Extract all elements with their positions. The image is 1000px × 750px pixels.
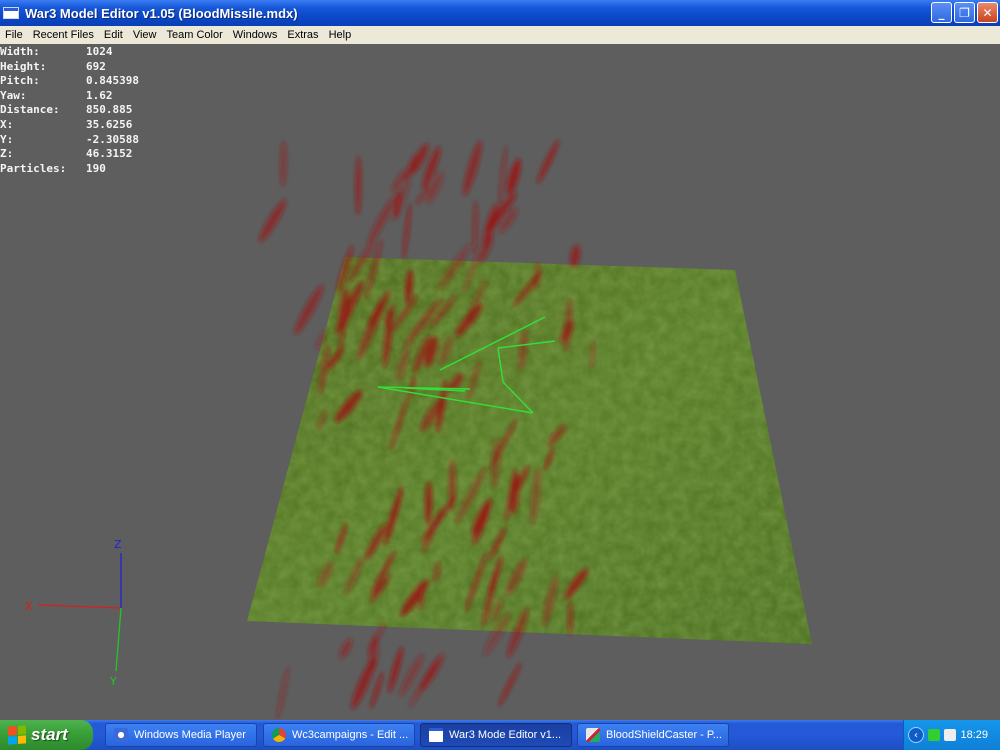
clock: 18:29 [960, 729, 988, 741]
menu-help[interactable]: Help [324, 29, 357, 41]
menu-file[interactable]: File [0, 29, 28, 41]
stat-width: Width: 1024 [0, 45, 113, 58]
blood-particle [394, 189, 401, 218]
minimize-button[interactable]: _ [931, 2, 952, 23]
stat-z: Z: 46.3152 [0, 147, 133, 161]
browser-icon [272, 728, 286, 742]
start-label: start [31, 725, 68, 744]
view-stats-overlay: Width: 1024 Height: 692 Pitch: 0.845398 Yaw… [0, 45, 139, 176]
blood-particle [498, 662, 522, 707]
y-axis-label: Y [110, 675, 117, 688]
windows-logo-icon [8, 725, 26, 745]
blood-particle [280, 140, 287, 188]
blood-particle [506, 158, 521, 196]
volume-icon[interactable] [944, 729, 956, 741]
blood-particle [370, 672, 384, 709]
blood-particle [276, 666, 289, 720]
blood-particle [472, 200, 478, 255]
blood-particle [259, 199, 287, 243]
blood-particle [537, 139, 560, 184]
start-button[interactable]: start [0, 720, 93, 750]
blood-particle [463, 140, 482, 196]
task-wc3campaigns[interactable]: Wc3campaigns - Edit ... [263, 723, 415, 747]
taskbar: start Windows Media Player Wc3campaigns … [0, 720, 1000, 750]
blood-particle [294, 284, 324, 335]
blood-particle [339, 638, 353, 659]
stat-y: Y: -2.30588 [0, 132, 139, 146]
system-tray: ‹ 18:29 [903, 720, 1000, 750]
y-axis-line [115, 607, 122, 672]
app-window-icon [3, 7, 19, 19]
task-label: BloodShieldCaster - P... [606, 729, 722, 741]
task-war3-model-editor[interactable]: War3 Mode Editor v1... [420, 723, 572, 747]
restore-button[interactable]: ❐ [954, 2, 975, 23]
menu-bar: File Recent Files Edit View Team Color W… [0, 26, 1000, 45]
grass-texture [247, 257, 812, 644]
x-axis-label: X [25, 600, 33, 613]
menu-team-color[interactable]: Team Color [162, 29, 228, 41]
task-label: War3 Mode Editor v1... [449, 729, 562, 741]
network-icon[interactable] [928, 729, 940, 741]
window-icon [429, 728, 443, 742]
window-controls: _ ❐ ✕ [931, 2, 998, 23]
media-player-icon [114, 728, 128, 742]
tray-expand-icon[interactable]: ‹ [908, 727, 924, 743]
stat-pitch: Pitch: 0.845398 [0, 74, 139, 88]
stat-height: Height: 692 [0, 59, 106, 73]
model-viewport[interactable]: Width: 1024 Height: 692 Pitch: 0.845398 Yaw… [0, 44, 1000, 720]
task-bloodshieldcaster[interactable]: BloodShieldCaster - P... [577, 723, 729, 747]
blood-particle [498, 144, 507, 208]
task-windows-media-player[interactable]: Windows Media Player [105, 723, 257, 747]
stat-x: X: 35.6256 [0, 117, 133, 131]
stat-distance: Distance: 850.885 [0, 103, 133, 117]
title-bar: War3 Model Editor v1.05 (BloodMissile.md… [0, 0, 1000, 26]
menu-view[interactable]: View [128, 29, 162, 41]
menu-edit[interactable]: Edit [99, 29, 128, 41]
blood-particle [355, 155, 362, 216]
menu-extras[interactable]: Extras [282, 29, 323, 41]
task-label: Windows Media Player [134, 729, 246, 741]
menu-windows[interactable]: Windows [228, 29, 283, 41]
menu-recent-files[interactable]: Recent Files [28, 29, 99, 41]
task-label: Wc3campaigns - Edit ... [292, 729, 409, 741]
x-axis-line [37, 604, 122, 609]
blood-particle [403, 202, 411, 260]
window-title: War3 Model Editor v1.05 (BloodMissile.md… [25, 5, 298, 21]
close-button[interactable]: ✕ [977, 2, 998, 23]
blood-particle [570, 244, 581, 268]
stat-yaw: Yaw: 1.62 [0, 88, 113, 102]
scene-render [37, 139, 812, 720]
axis-gizmo [37, 553, 122, 672]
paint-icon [586, 728, 600, 742]
z-axis-label: Z [114, 538, 122, 551]
stat-particles: Particles: 190 [0, 161, 106, 175]
